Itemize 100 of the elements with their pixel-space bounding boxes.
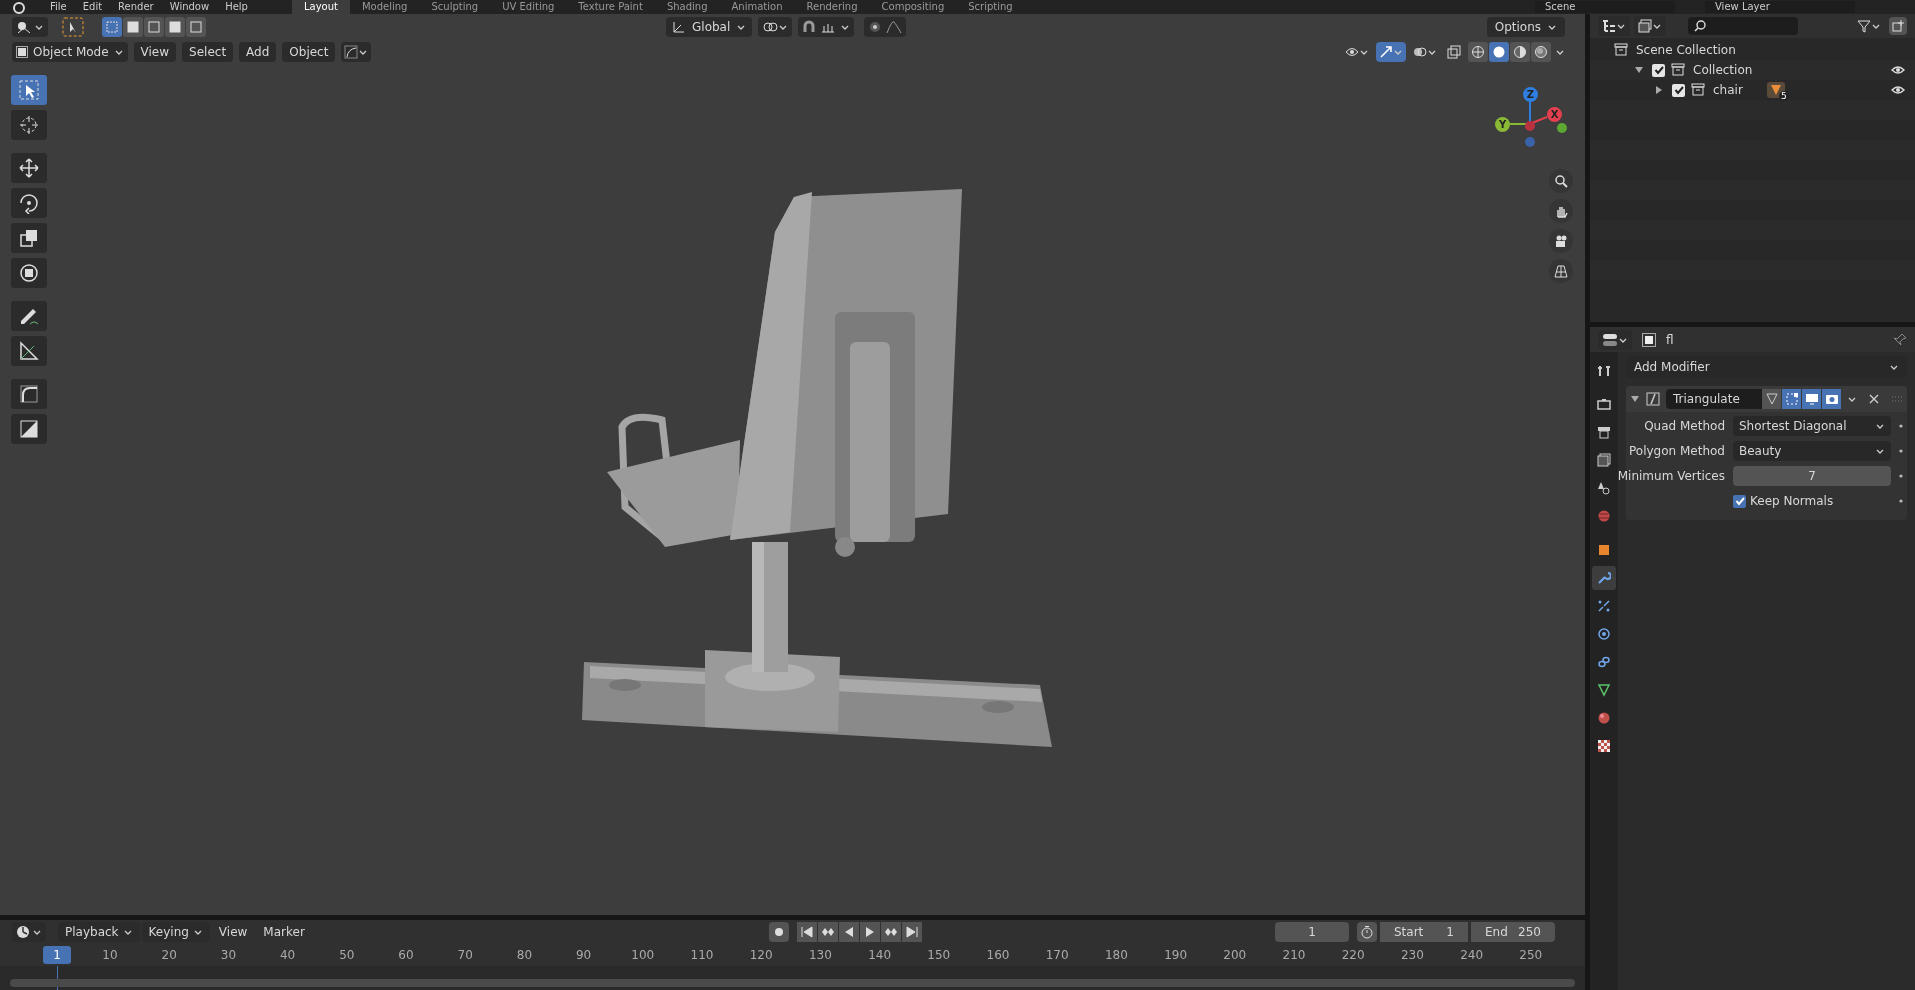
workspace-tab[interactable]: Rendering <box>794 0 870 14</box>
end-frame-field[interactable]: End 250 <box>1471 922 1555 942</box>
select-mode-button[interactable] <box>165 17 185 37</box>
camera-view-button[interactable] <box>1549 229 1573 253</box>
tree-item-label[interactable]: Scene Collection <box>1636 41 1736 59</box>
scene-field[interactable]: Scene <box>1535 1 1675 13</box>
pan-button[interactable] <box>1549 199 1573 223</box>
pin-icon[interactable] <box>1893 332 1907 347</box>
jump-start-button[interactable] <box>796 922 817 942</box>
play-reverse-button[interactable] <box>838 922 859 942</box>
checkbox-label[interactable]: Keep Normals <box>1750 492 1834 510</box>
editor-type-button[interactable] <box>12 17 48 37</box>
tool-button[interactable] <box>11 379 47 409</box>
workspace-tab[interactable]: Scripting <box>956 0 1025 14</box>
select-mode-button[interactable] <box>102 17 122 37</box>
tool-button[interactable] <box>11 153 47 183</box>
search-field[interactable] <box>1688 17 1798 35</box>
tree-item-label[interactable]: chair <box>1713 81 1743 99</box>
select-mode-button[interactable] <box>186 17 206 37</box>
menu-button[interactable]: Marker <box>256 922 312 942</box>
axis-dot-icon[interactable] <box>1525 137 1535 147</box>
tree-item-label[interactable]: Collection <box>1693 61 1753 79</box>
editor-type-button[interactable] <box>12 922 46 942</box>
mode-dropdown[interactable]: Object Mode <box>12 42 128 62</box>
menu-item[interactable]: Window <box>161 1 218 13</box>
options-dropdown[interactable]: Options <box>1486 17 1565 37</box>
tool-button[interactable] <box>11 110 47 140</box>
orientation-dropdown[interactable]: Global <box>666 17 753 37</box>
axis-dot-icon[interactable] <box>1557 123 1567 133</box>
workspace-tab[interactable]: Sculpting <box>419 0 491 14</box>
gizmo-button[interactable] <box>1376 42 1406 62</box>
menu-button[interactable]: View <box>211 922 255 942</box>
menu-item[interactable]: Help <box>217 1 256 13</box>
select-mode-button[interactable] <box>144 17 164 37</box>
render-toggle-button[interactable] <box>1822 389 1841 409</box>
new-collection-button[interactable] <box>1889 17 1907 35</box>
workspace-tab[interactable]: Texture Paint <box>566 0 655 14</box>
current-frame-field[interactable]: 1 <box>1275 922 1349 942</box>
display-mode-dropdown[interactable] <box>1598 16 1630 36</box>
menu-button[interactable]: Playback <box>58 922 140 942</box>
shading-mode-button[interactable] <box>1510 42 1530 62</box>
tool-button[interactable] <box>11 223 47 253</box>
axis-dot-icon[interactable] <box>1525 121 1535 131</box>
dropdown[interactable]: Beauty <box>1733 441 1891 461</box>
viewport-toggle-button[interactable] <box>1802 389 1821 409</box>
start-frame-field[interactable]: Start 1 <box>1380 922 1468 942</box>
modifier-name-field[interactable]: Triangulate <box>1666 389 1762 409</box>
select-box-icon[interactable] <box>62 17 84 37</box>
shading-mode-button[interactable] <box>1531 42 1551 62</box>
select-mode-button[interactable] <box>123 17 143 37</box>
menu-button[interactable]: Select <box>182 42 234 62</box>
tool-button[interactable] <box>11 258 47 288</box>
editor-type-button[interactable] <box>1598 329 1632 350</box>
close-icon[interactable] <box>1869 394 1879 404</box>
workspace-tab[interactable]: Animation <box>719 0 795 14</box>
preview-range-button[interactable] <box>1357 922 1377 942</box>
shading-mode-button[interactable] <box>1468 42 1488 62</box>
next-keyframe-button[interactable] <box>880 922 901 942</box>
dropdown[interactable]: Shortest Diagonal <box>1733 416 1891 436</box>
edit-mode-button[interactable] <box>1782 389 1801 409</box>
checkbox[interactable] <box>1733 494 1746 508</box>
menu-item[interactable]: File <box>42 1 75 13</box>
scrollbar[interactable] <box>10 979 1575 987</box>
view-layer-field[interactable]: View Layer <box>1705 1 1855 13</box>
menu-button[interactable]: Add <box>239 42 277 62</box>
menu-button[interactable]: Keying <box>141 922 210 942</box>
current-frame-marker[interactable]: 1 <box>43 946 71 964</box>
snap-button[interactable] <box>798 17 855 37</box>
play-button[interactable] <box>859 922 880 942</box>
tool-button[interactable] <box>11 188 47 218</box>
zoom-button[interactable] <box>1549 169 1573 193</box>
proportional-edit-button[interactable] <box>864 17 907 37</box>
menu-item[interactable]: Render <box>110 1 162 13</box>
tool-button[interactable] <box>11 336 47 366</box>
menu-button[interactable]: Object <box>282 42 336 62</box>
jump-end-button[interactable] <box>901 922 922 942</box>
filter-data-dropdown[interactable] <box>1634 16 1666 36</box>
menu-item[interactable]: Edit <box>74 1 111 13</box>
checkbox[interactable] <box>1672 83 1685 97</box>
disclosure-triangle-icon[interactable] <box>1654 85 1664 95</box>
tool-button[interactable] <box>11 301 47 331</box>
disclosure-triangle-icon[interactable] <box>1630 394 1640 404</box>
menu-button[interactable]: View <box>133 42 177 62</box>
pivot-dropdown[interactable] <box>758 17 793 37</box>
add-modifier-dropdown[interactable]: Add Modifier <box>1626 356 1907 378</box>
edit-cage-button[interactable] <box>1762 389 1781 409</box>
eye-icon[interactable] <box>1891 64 1905 76</box>
drag-handle-icon[interactable] <box>1891 395 1903 403</box>
workspace-tab[interactable]: Compositing <box>869 0 957 14</box>
overlay-curve-dropdown[interactable] <box>341 42 372 62</box>
number-field[interactable]: 7 <box>1733 466 1891 486</box>
axis-handle[interactable]: X <box>1547 107 1562 122</box>
axis-handle[interactable]: Z <box>1523 87 1538 102</box>
tool-button[interactable] <box>11 75 47 105</box>
projection-button[interactable] <box>1549 259 1573 283</box>
record-button[interactable] <box>768 922 789 942</box>
disclosure-triangle-icon[interactable] <box>1634 65 1644 75</box>
eye-icon[interactable] <box>1891 84 1905 96</box>
workspace-tab[interactable]: Layout <box>291 0 350 14</box>
workspace-tab[interactable]: Shading <box>654 0 720 14</box>
